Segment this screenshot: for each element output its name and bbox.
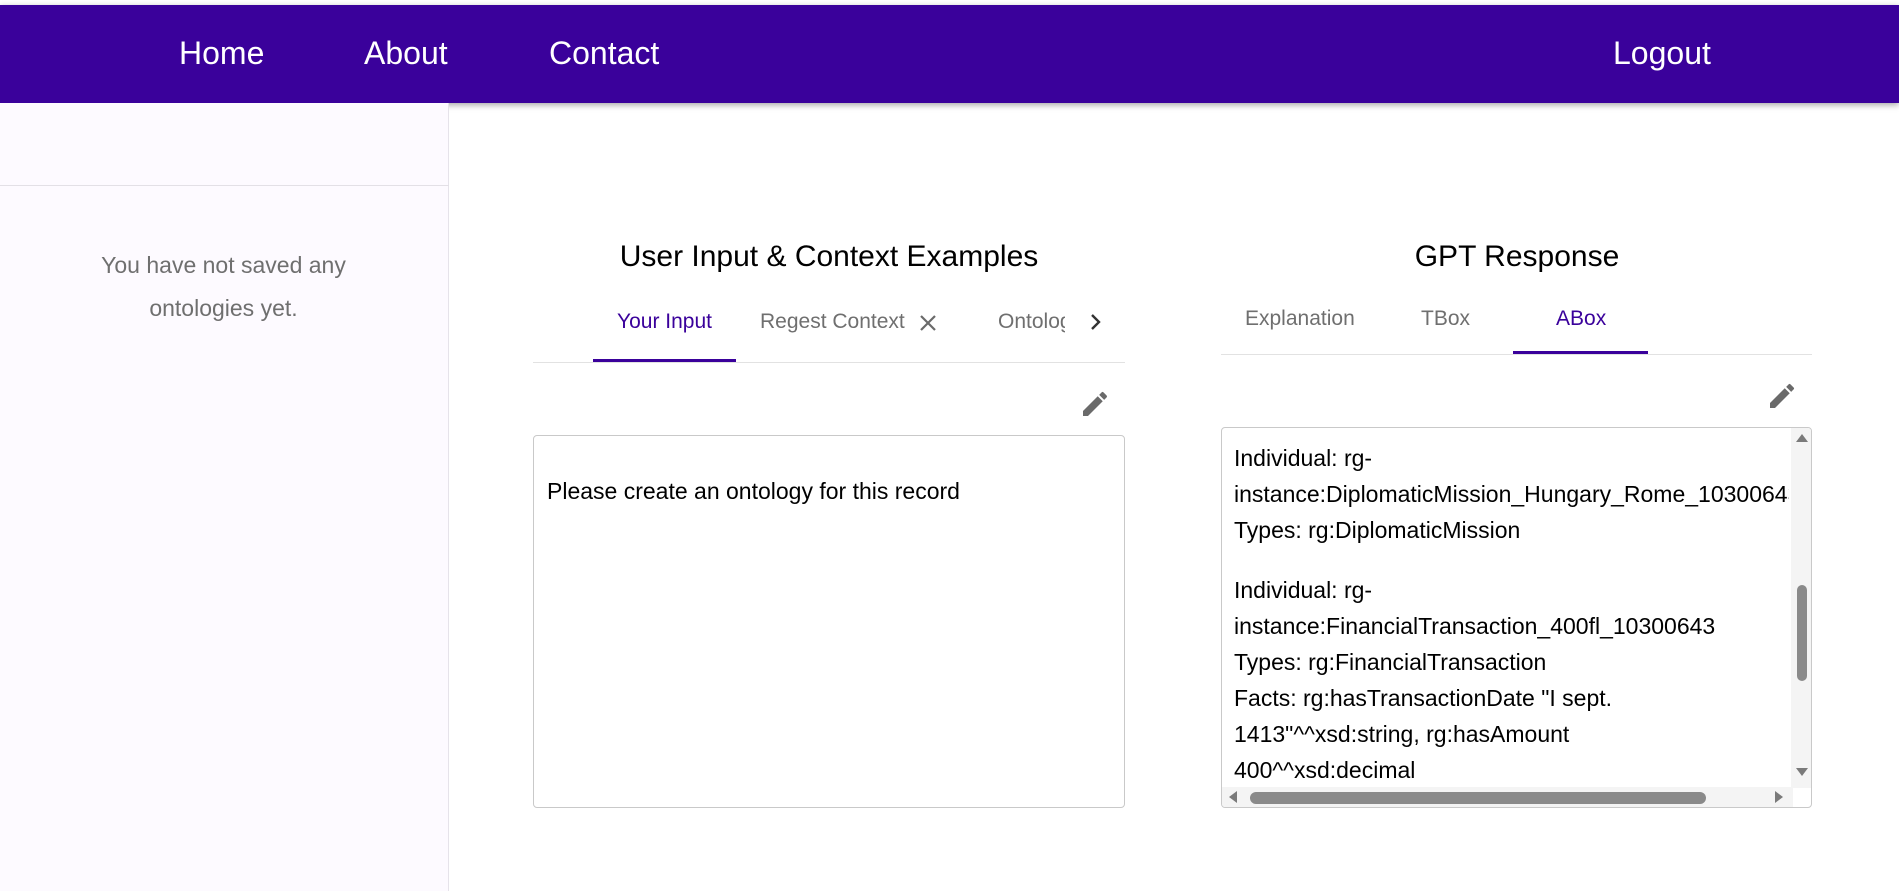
nav-home-link[interactable]: Home (179, 35, 264, 72)
abox-line: 400^^xsd:decimal (1234, 757, 1416, 783)
pencil-icon[interactable] (1766, 380, 1798, 412)
horizontal-scrollbar[interactable] (1222, 787, 1793, 807)
right-panel-title: GPT Response (1414, 240, 1620, 273)
abox-line: Types: rg:FinancialTransaction (1234, 649, 1547, 675)
tab-regest-context[interactable]: Regest Context (760, 310, 905, 334)
tab-explanation[interactable]: Explanation (1245, 307, 1355, 331)
tab-tbox[interactable]: TBox (1421, 307, 1470, 331)
abox-entry: Individual: rg- instance:DiplomaticMissi… (1234, 440, 1789, 548)
sidebar: You have not saved any ontologies yet. (0, 103, 449, 891)
right-tabs-divider (1221, 354, 1812, 355)
scroll-right-icon[interactable] (1775, 791, 1783, 803)
pencil-icon[interactable] (1079, 388, 1111, 420)
left-tab-indicator (593, 359, 736, 362)
abox-line: Types: rg:DiplomaticMission (1234, 517, 1521, 543)
close-icon[interactable] (917, 312, 939, 334)
user-input-text: Please create an ontology for this recor… (547, 478, 960, 504)
abox-line: Individual: rg- (1234, 577, 1373, 603)
scroll-up-icon[interactable] (1796, 434, 1808, 442)
nav-contact-link[interactable]: Contact (549, 35, 659, 72)
right-tab-indicator (1513, 351, 1648, 354)
logout-button[interactable]: Logout (1613, 35, 1711, 72)
navbar: Home About Contact Logout (0, 5, 1899, 103)
abox-entry: Individual: rg- instance:FinancialTransa… (1234, 572, 1789, 788)
gpt-response-box[interactable]: Individual: rg- instance:DiplomaticMissi… (1221, 427, 1812, 808)
tab-abox[interactable]: ABox (1556, 307, 1606, 331)
abox-content: Individual: rg- instance:DiplomaticMissi… (1234, 440, 1789, 807)
horizontal-scroll-thumb[interactable] (1250, 792, 1706, 804)
tab-ontology[interactable]: Ontology (998, 310, 1065, 334)
abox-line: 1413"^^xsd:string, rg:hasAmount (1234, 721, 1570, 747)
sidebar-divider (0, 185, 449, 186)
abox-line: Individual: rg- (1234, 445, 1373, 471)
abox-line: instance:DiplomaticMission_Hungary_Rome_… (1234, 481, 1789, 507)
scroll-left-icon[interactable] (1229, 791, 1237, 803)
user-input-box[interactable]: Please create an ontology for this recor… (533, 435, 1125, 808)
scroll-down-icon[interactable] (1796, 768, 1808, 776)
vertical-scrollbar[interactable] (1791, 428, 1811, 788)
abox-line: Facts: rg:hasTransactionDate "I sept. (1234, 685, 1613, 711)
tab-ontology-clip: Ontology (998, 310, 1065, 340)
chevron-right-icon[interactable] (1086, 311, 1106, 333)
left-tabs-divider (533, 362, 1125, 363)
tab-your-input[interactable]: Your Input (617, 310, 712, 334)
nav-about-link[interactable]: About (364, 35, 448, 72)
sidebar-empty-message: You have not saved any ontologies yet. (101, 252, 346, 321)
left-panel-title: User Input & Context Examples (619, 240, 1039, 273)
abox-line: instance:FinancialTransaction_400fl_1030… (1234, 613, 1716, 639)
vertical-scroll-thumb[interactable] (1797, 585, 1807, 681)
